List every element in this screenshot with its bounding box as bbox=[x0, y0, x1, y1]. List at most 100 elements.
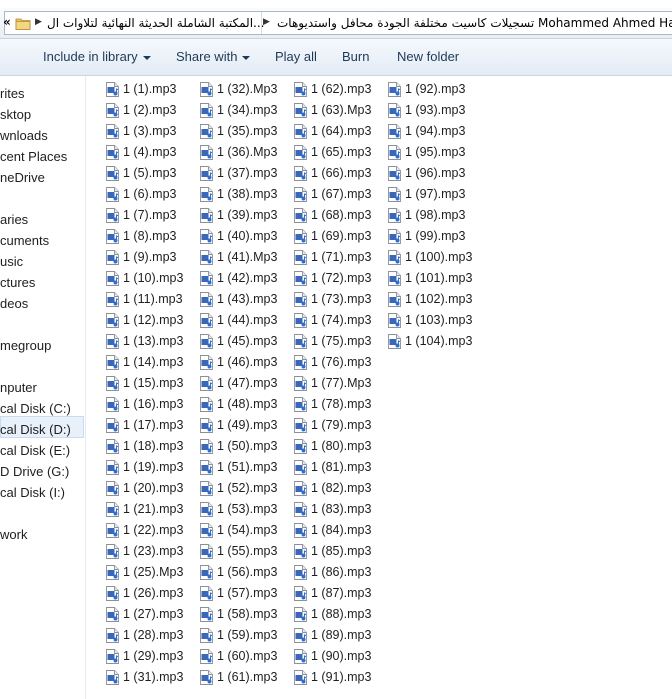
crumb-separator[interactable]: ▶ bbox=[263, 17, 270, 27]
audio-file-icon bbox=[200, 208, 213, 223]
file-name: 1 (53).mp3 bbox=[217, 502, 278, 516]
breadcrumb-current-folder[interactable]: تسجيلات كاسيت مختلفة الجودة محافل واستدي… bbox=[277, 16, 672, 30]
file-name: 1 (92).mp3 bbox=[405, 82, 466, 96]
audio-file-icon bbox=[294, 292, 307, 307]
breadcrumb-library[interactable]: المكتبة الشاملة الحديثة النهائية لتلاوات… bbox=[47, 16, 264, 30]
audio-file-icon bbox=[200, 166, 213, 181]
file-name: 1 (85).mp3 bbox=[311, 544, 372, 558]
overflow-chevron[interactable]: « bbox=[3, 15, 11, 29]
include-in-library-label: Include in library bbox=[43, 49, 138, 64]
audio-file-icon bbox=[294, 334, 307, 349]
nav-item[interactable]: cent Places bbox=[0, 149, 67, 164]
burn-button[interactable]: Burn bbox=[342, 49, 369, 64]
nav-item[interactable]: sktop bbox=[0, 107, 31, 122]
nav-item[interactable]: rites bbox=[0, 86, 25, 101]
file-name: 1 (86).mp3 bbox=[311, 565, 372, 579]
file-name: 1 (76).mp3 bbox=[311, 355, 372, 369]
audio-file-icon bbox=[200, 292, 213, 307]
file-name: 1 (31).mp3 bbox=[123, 670, 184, 684]
audio-file-icon bbox=[294, 229, 307, 244]
audio-file-icon bbox=[200, 649, 213, 664]
nav-item[interactable]: cal Disk (C:) bbox=[0, 401, 71, 416]
file-name: 1 (27).mp3 bbox=[123, 607, 184, 621]
file-name: 1 (9).mp3 bbox=[123, 250, 177, 264]
audio-file-icon bbox=[294, 355, 307, 370]
new-folder-button[interactable]: New folder bbox=[397, 49, 459, 64]
audio-file-icon bbox=[294, 670, 307, 685]
navigation-pane: rites sktop wnloads cent Places neDrive aries… bbox=[0, 76, 86, 699]
audio-file-icon bbox=[294, 565, 307, 580]
audio-file-icon bbox=[388, 82, 401, 97]
audio-file-icon bbox=[200, 334, 213, 349]
file-name: 1 (96).mp3 bbox=[405, 166, 466, 180]
audio-file-icon bbox=[106, 418, 119, 433]
file-name: 1 (6).mp3 bbox=[123, 187, 177, 201]
file-name: 1 (41).Mp3 bbox=[217, 250, 278, 264]
audio-file-icon bbox=[294, 187, 307, 202]
nav-item[interactable]: deos bbox=[0, 296, 28, 311]
audio-file-icon bbox=[388, 145, 401, 160]
audio-file-icon bbox=[200, 376, 213, 391]
audio-file-icon bbox=[388, 313, 401, 328]
audio-file-icon bbox=[294, 397, 307, 412]
audio-file-icon bbox=[106, 187, 119, 202]
audio-file-icon bbox=[294, 439, 307, 454]
file-name: 1 (16).mp3 bbox=[123, 397, 184, 411]
file-name: 1 (56).mp3 bbox=[217, 565, 278, 579]
audio-file-icon bbox=[106, 166, 119, 181]
file-name: 1 (5).mp3 bbox=[123, 166, 177, 180]
file-name: 1 (45).mp3 bbox=[217, 334, 278, 348]
audio-file-icon bbox=[106, 145, 119, 160]
file-name: 1 (25).Mp3 bbox=[123, 565, 184, 579]
nav-item[interactable]: usic bbox=[0, 254, 23, 269]
file-name: 1 (48).mp3 bbox=[217, 397, 278, 411]
file-name: 1 (55).mp3 bbox=[217, 544, 278, 558]
nav-item[interactable]: nputer bbox=[0, 380, 37, 395]
include-in-library-button[interactable]: Include in library bbox=[43, 49, 151, 64]
nav-item[interactable]: cal Disk (D:) bbox=[0, 422, 71, 437]
audio-file-icon bbox=[388, 229, 401, 244]
file-name: 1 (50).mp3 bbox=[217, 439, 278, 453]
nav-item[interactable]: megroup bbox=[0, 338, 51, 353]
nav-item[interactable]: work bbox=[0, 527, 27, 542]
audio-file-icon bbox=[294, 208, 307, 223]
nav-item[interactable]: D Drive (G:) bbox=[0, 464, 69, 479]
audio-file-icon bbox=[200, 586, 213, 601]
nav-item[interactable]: aries bbox=[0, 212, 28, 227]
audio-file-icon bbox=[200, 544, 213, 559]
nav-item[interactable]: wnloads bbox=[0, 128, 48, 143]
audio-file-icon bbox=[388, 334, 401, 349]
file-name: 1 (18).mp3 bbox=[123, 439, 184, 453]
audio-file-icon bbox=[294, 628, 307, 643]
file-name: 1 (90).mp3 bbox=[311, 649, 372, 663]
play-all-button[interactable]: Play all bbox=[275, 49, 317, 64]
share-with-button[interactable]: Share with bbox=[176, 49, 251, 64]
audio-file-icon bbox=[388, 187, 401, 202]
crumb-separator[interactable]: ▶ bbox=[35, 17, 42, 27]
address-box[interactable]: « ▶ المكتبة الشاملة الحديثة النهائية لتل… bbox=[3, 11, 672, 35]
nav-item[interactable]: neDrive bbox=[0, 170, 45, 185]
audio-file-icon bbox=[294, 376, 307, 391]
file-name: 1 (2).mp3 bbox=[123, 103, 177, 117]
dropdown-arrow-icon bbox=[242, 55, 251, 60]
audio-file-icon bbox=[106, 334, 119, 349]
audio-file-icon bbox=[200, 460, 213, 475]
audio-file-icon bbox=[294, 523, 307, 538]
audio-file-icon bbox=[106, 502, 119, 517]
audio-file-icon bbox=[106, 586, 119, 601]
audio-file-icon bbox=[200, 607, 213, 622]
audio-file-icon bbox=[388, 292, 401, 307]
audio-file-icon bbox=[294, 481, 307, 496]
file-name: 1 (38).mp3 bbox=[217, 187, 278, 201]
nav-item[interactable]: cal Disk (E:) bbox=[0, 443, 70, 458]
audio-file-icon bbox=[200, 502, 213, 517]
file-name: 1 (8).mp3 bbox=[123, 229, 177, 243]
audio-file-icon bbox=[294, 313, 307, 328]
nav-item[interactable]: ctures bbox=[0, 275, 35, 290]
audio-file-icon bbox=[200, 397, 213, 412]
audio-file-icon bbox=[106, 124, 119, 139]
file-list: 1 (1).mp3 1 (2).mp3 1 (3).mp3 1 (4).mp3 1 (5… bbox=[86, 76, 672, 699]
nav-item[interactable]: cuments bbox=[0, 233, 49, 248]
nav-item[interactable]: cal Disk (I:) bbox=[0, 485, 65, 500]
audio-file-icon bbox=[294, 271, 307, 286]
